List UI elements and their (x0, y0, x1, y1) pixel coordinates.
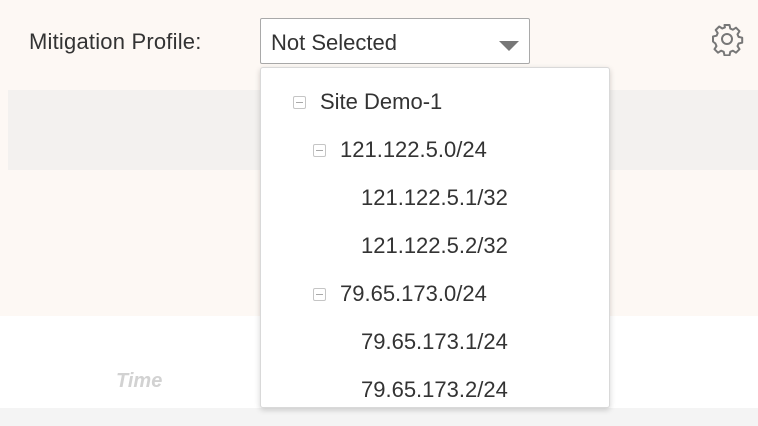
tree-item-subnet[interactable]: 79.65.173.0/24 (313, 278, 487, 310)
select-value: Not Selected (271, 30, 397, 55)
tree-item-label: 79.65.173.2/24 (361, 377, 508, 402)
tree-item-host[interactable]: 121.122.5.1/32 (361, 182, 508, 214)
tree-item-label: 121.122.5.0/24 (340, 137, 487, 162)
mitigation-profile-select[interactable]: Not Selected (260, 18, 530, 64)
tree-item-site[interactable]: Site Demo-1 (293, 86, 442, 118)
tree-item-label: 79.65.173.1/24 (361, 329, 508, 354)
tree-item-subnet[interactable]: 121.122.5.0/24 (313, 134, 487, 166)
mitigation-profile-label: Mitigation Profile: (29, 29, 202, 54)
gear-icon[interactable] (710, 22, 744, 56)
time-axis-label: Time (116, 370, 163, 392)
tree-item-label: Site Demo-1 (320, 89, 443, 114)
bottom-strip (0, 408, 758, 426)
tree-item-host[interactable]: 79.65.173.2/24 (361, 374, 508, 406)
tree-item-label: 79.65.173.0/24 (340, 281, 487, 306)
tree-item-host[interactable]: 121.122.5.2/32 (361, 230, 508, 262)
dropdown-arrow-icon (499, 41, 519, 51)
collapse-icon[interactable] (293, 95, 306, 109)
tree-item-host[interactable]: 79.65.173.1/24 (361, 326, 508, 358)
profile-tree-dropdown: Site Demo-1 121.122.5.0/24 121.122.5.1/3… (260, 67, 610, 408)
collapse-icon[interactable] (313, 287, 326, 301)
tree-item-label: 121.122.5.2/32 (361, 233, 508, 258)
collapse-icon[interactable] (313, 143, 326, 157)
tree-item-label: 121.122.5.1/32 (361, 185, 508, 210)
